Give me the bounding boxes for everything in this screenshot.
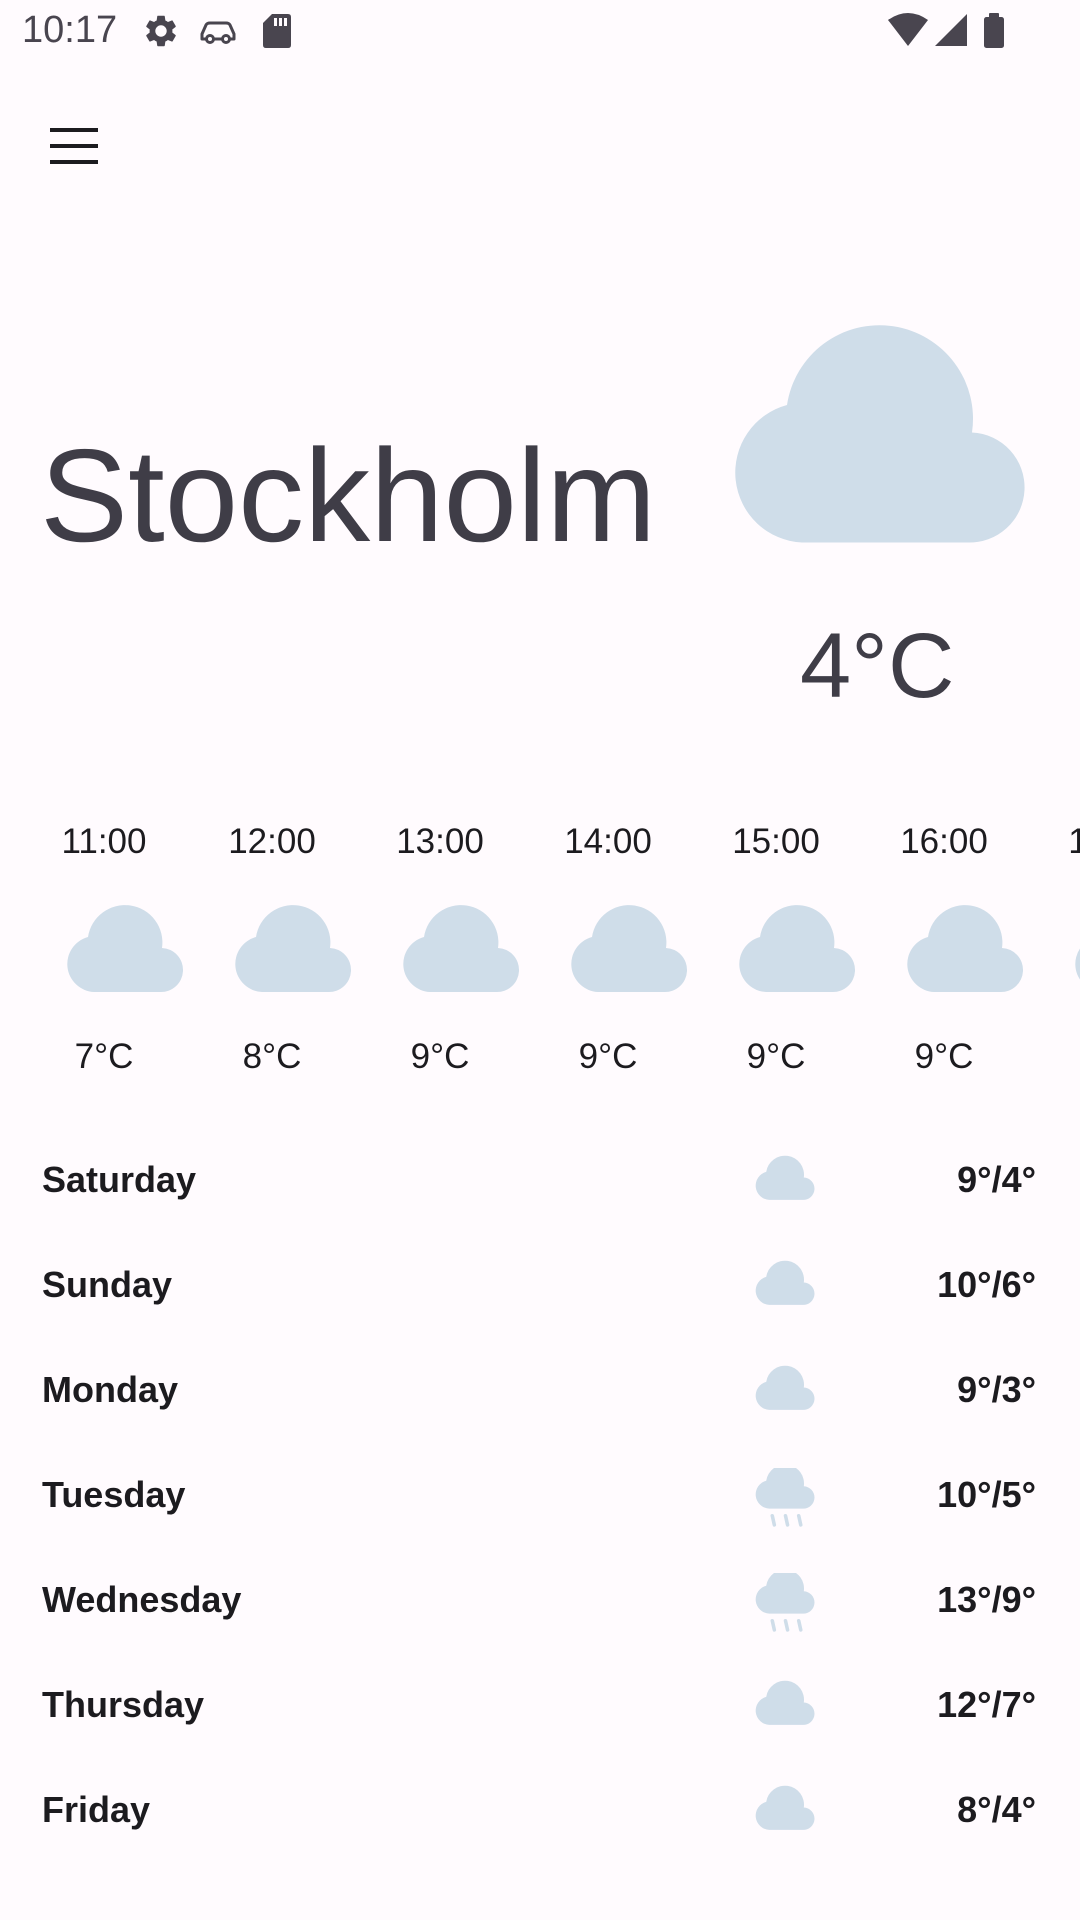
cloud-icon [403,905,520,993]
hourly-item: 11:00 7°C [20,805,188,1095]
cloud-icon [907,905,1024,993]
cloud-icon [739,905,856,993]
daily-forecast: Saturday 9°/4° Sunday 10°/6° Monday 9°/3… [0,1125,1080,1860]
gear-icon [146,15,176,47]
day-temperature: 10°/6° [937,1264,1036,1305]
signal-icon [935,14,967,46]
day-name: Thursday [42,1684,205,1725]
hour-time: 17:00 [1068,822,1080,861]
current-temperature: 4°C [800,615,955,717]
city-name: Stockholm [40,422,657,569]
day-temperature: 12°/7° [937,1684,1036,1725]
hour-time: 13:00 [396,822,484,861]
day-temperature: 9°/4° [957,1159,1036,1200]
cloud-icon [755,1365,815,1410]
hour-temperature: 7°C [74,1037,134,1076]
daily-row[interactable]: Wednesday 13°/9° [0,1545,1080,1650]
cloud-icon [735,325,1025,543]
day-name: Friday [42,1789,151,1830]
day-temperature: 10°/5° [937,1474,1036,1515]
hourly-forecast[interactable]: 11:00 7°C 12:00 8°C 13:00 9°C 14:00 9°C … [0,805,1080,1095]
daily-row[interactable]: Saturday 9°/4° [0,1125,1080,1230]
cloud-icon [755,1260,815,1305]
rain-cloud-icon [755,1573,815,1632]
cloud-icon [67,905,184,993]
hourly-item: 13:00 9°C [356,805,524,1095]
hour-temperature: 9°C [410,1037,470,1076]
day-name: Wednesday [42,1579,242,1620]
hour-time: 14:00 [564,822,652,861]
hourly-item: 16:00 9°C [860,805,1028,1095]
menu-button[interactable] [24,96,124,196]
day-temperature: 9°/3° [957,1369,1036,1410]
hour-time: 11:00 [61,822,147,861]
wifi-icon [888,13,928,46]
daily-row[interactable]: Sunday 10°/6° [0,1230,1080,1335]
hour-time: 15:00 [732,822,820,861]
day-temperature: 8°/4° [957,1789,1036,1830]
cloud-icon [755,1155,815,1200]
hour-time: 12:00 [228,822,316,861]
car-icon [200,21,236,44]
hourly-item: 17:00 [1028,805,1080,1095]
hour-temperature: 9°C [746,1037,806,1076]
status-bar: 10:17 [0,0,1080,64]
cloud-icon [235,905,352,993]
hourly-item: 15:00 9°C [692,805,860,1095]
sd-card-icon [263,14,291,48]
day-name: Sunday [42,1264,173,1305]
rain-cloud-icon [755,1468,815,1527]
cloud-icon [755,1680,815,1725]
hourly-item: 14:00 9°C [524,805,692,1095]
hourly-item: 12:00 8°C [188,805,356,1095]
daily-row[interactable]: Monday 9°/3° [0,1335,1080,1440]
menu-icon [50,128,98,164]
day-name: Monday [42,1369,179,1410]
status-time: 10:17 [22,9,118,51]
cloud-icon [755,1785,815,1830]
hour-temperature: 8°C [242,1037,302,1076]
day-name: Tuesday [42,1474,186,1515]
cloud-icon [571,905,688,993]
hour-temperature: 9°C [578,1037,638,1076]
current-condition [727,315,1032,550]
daily-row[interactable]: Tuesday 10°/5° [0,1440,1080,1545]
hour-time: 16:00 [900,822,988,861]
daily-row[interactable]: Thursday 12°/7° [0,1650,1080,1755]
day-name: Saturday [42,1159,197,1200]
day-temperature: 13°/9° [937,1579,1036,1620]
battery-icon [984,13,1004,48]
daily-row[interactable]: Friday 8°/4° [0,1755,1080,1860]
hour-temperature: 9°C [914,1037,974,1076]
cloud-icon [1075,948,1080,980]
